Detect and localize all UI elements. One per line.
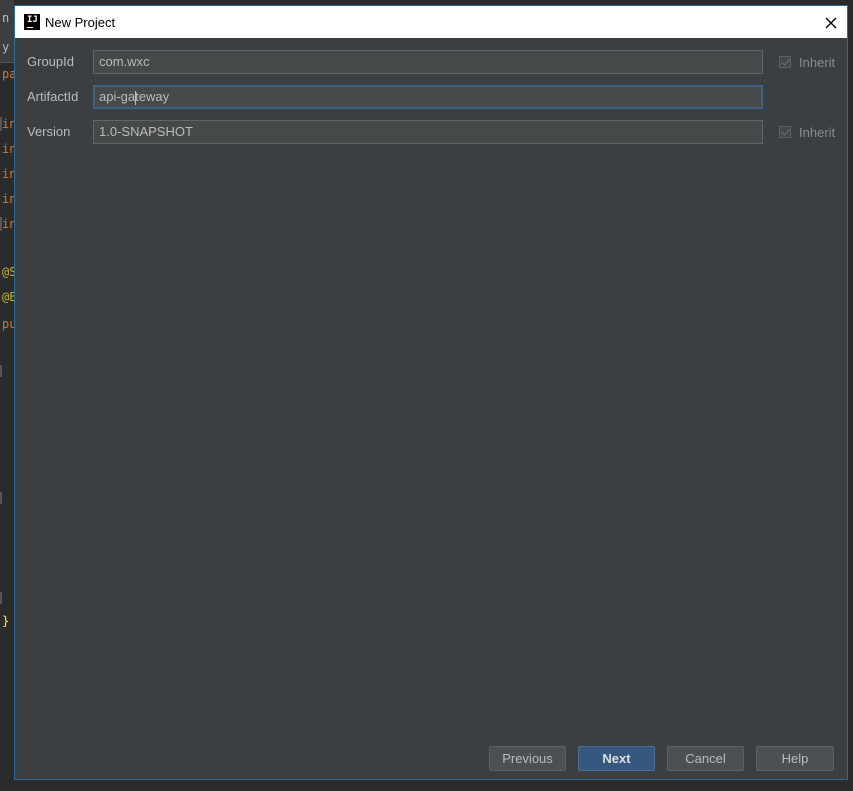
group-id-inherit-checkbox[interactable]: Inherit: [779, 50, 835, 74]
gutter-marker: [0, 592, 2, 604]
dialog-title: New Project: [45, 14, 116, 30]
previous-button[interactable]: Previous: [489, 746, 566, 771]
group-id-field[interactable]: com.wxc: [93, 50, 763, 74]
artifact-id-field[interactable]: api-gateway: [93, 85, 763, 109]
editor-line: }: [2, 614, 10, 628]
gutter-marker: [0, 365, 2, 377]
group-id-label: GroupId: [27, 54, 74, 69]
group-id-row: GroupId com.wxc Inherit: [15, 50, 847, 74]
close-icon[interactable]: [821, 12, 841, 32]
version-value: 1.0-SNAPSHOT: [99, 124, 193, 139]
editor-line: in: [2, 217, 14, 231]
intellij-app-icon: IJ: [24, 14, 40, 30]
inherit-label: Inherit: [799, 54, 836, 70]
cancel-button[interactable]: Cancel: [667, 746, 744, 771]
version-row: Version 1.0-SNAPSHOT Inherit: [15, 120, 847, 144]
editor-line: in: [2, 192, 14, 206]
inherit-label: Inherit: [799, 124, 836, 140]
editor-line: @E: [2, 290, 14, 304]
gutter-marker: [0, 492, 2, 504]
gutter-marker: [0, 117, 2, 131]
dialog-titlebar[interactable]: IJ New Project: [15, 6, 847, 38]
gutter-marker: [0, 217, 2, 231]
editor-line: n: [2, 11, 10, 25]
artifact-id-value-end: teway: [135, 89, 170, 104]
editor-line: pu: [2, 317, 14, 331]
editor-line: in: [2, 167, 14, 181]
editor-line: @S: [2, 265, 14, 279]
checkbox-checked-icon: [779, 126, 791, 138]
editor-line: pa: [2, 67, 14, 81]
new-project-dialog: IJ New Project GroupId com.wxc Inherit A…: [14, 5, 848, 780]
editor-line: in: [2, 117, 14, 131]
group-id-value: com.wxc: [99, 54, 150, 69]
editor-line: in: [2, 142, 14, 156]
version-label: Version: [27, 124, 71, 139]
help-button[interactable]: Help: [756, 746, 834, 771]
artifact-id-value-start: api-ga: [99, 89, 136, 104]
checkbox-checked-icon: [779, 56, 791, 68]
version-field[interactable]: 1.0-SNAPSHOT: [93, 120, 763, 144]
editor-background: n y pa in in in in in @S @E pu }: [0, 0, 14, 791]
artifact-id-row: ArtifactId api-gateway: [15, 85, 847, 109]
artifact-id-label: ArtifactId: [27, 89, 79, 104]
version-inherit-checkbox[interactable]: Inherit: [779, 120, 835, 144]
next-button[interactable]: Next: [578, 746, 655, 771]
editor-line: y: [2, 40, 10, 54]
